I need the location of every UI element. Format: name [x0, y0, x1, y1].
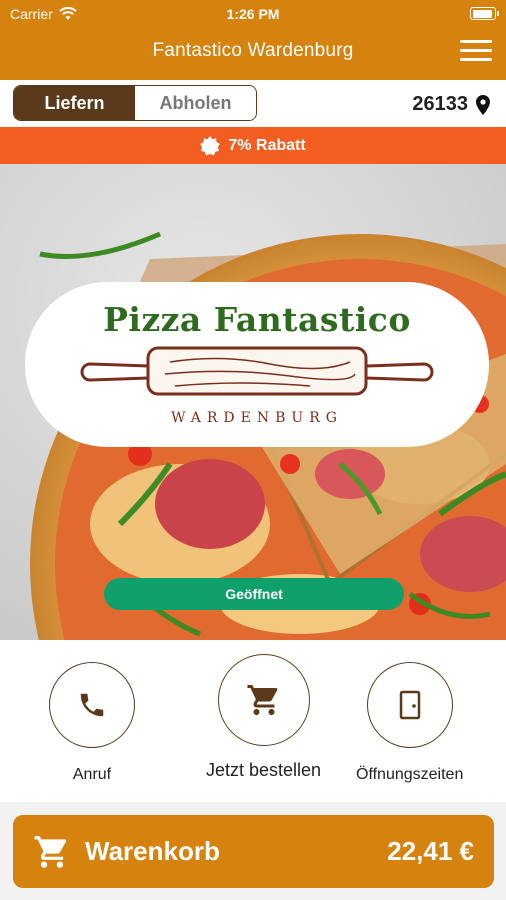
- call-label: Anruf: [72, 766, 112, 783]
- cart-label: Warenkorb: [85, 836, 220, 866]
- location-selector[interactable]: 26133: [412, 93, 490, 116]
- discount-badge-icon: [200, 135, 221, 155]
- order-now-button[interactable]: [217, 654, 310, 746]
- order-label: Jetzt bestellen: [206, 760, 322, 780]
- logo-title: Pizza Fantastico: [103, 300, 411, 339]
- restaurant-hero: Pizza Fantastico WARDENBURG Geöffnet: [0, 164, 506, 640]
- shopping-cart-icon: [34, 836, 67, 868]
- call-button[interactable]: [49, 662, 135, 748]
- cart-icon: [247, 685, 278, 715]
- location-pin-icon: [476, 94, 490, 115]
- discount-text: 7% Rabatt: [228, 136, 306, 154]
- restaurant-logo: Pizza Fantastico WARDENBURG: [25, 282, 489, 447]
- hours-action[interactable]: Öffnungszeiten: [356, 662, 463, 784]
- order-action[interactable]: Jetzt bestellen: [206, 654, 321, 781]
- quick-actions: Anruf Jetzt bestellen Öffnungszeiten: [0, 640, 506, 802]
- pickup-tab[interactable]: Abholen: [135, 86, 256, 120]
- hamburger-menu-icon[interactable]: [460, 40, 492, 64]
- cart-total: 22,41 €: [387, 836, 474, 866]
- call-action[interactable]: Anruf: [49, 662, 135, 784]
- logo-subtitle: WARDENBURG: [171, 410, 343, 426]
- deliver-tab[interactable]: Liefern: [14, 86, 135, 120]
- delivery-options-row: Liefern Abholen 26133: [0, 80, 506, 127]
- zip-code: 26133: [412, 93, 468, 115]
- cart-button[interactable]: Warenkorb 22,41 €: [13, 815, 494, 888]
- open-status-button[interactable]: Geöffnet: [104, 578, 404, 610]
- hours-label: Öffnungszeiten: [356, 766, 464, 783]
- delivery-mode-toggle: Liefern Abholen: [13, 85, 257, 121]
- battery-icon: [470, 7, 499, 20]
- app-header: Carrier 1:26 PM Fantastico Wardenburg: [0, 0, 506, 80]
- phone-icon: [80, 693, 104, 717]
- status-bar: Carrier 1:26 PM: [0, 0, 506, 28]
- page-title: Fantastico Wardenburg: [152, 40, 354, 61]
- discount-banner[interactable]: 7% Rabatt: [0, 127, 506, 164]
- opening-hours-button[interactable]: [366, 662, 453, 748]
- door-icon: [399, 690, 420, 720]
- clock: 1:26 PM: [226, 6, 280, 22]
- rolling-pin-icon: [80, 346, 434, 396]
